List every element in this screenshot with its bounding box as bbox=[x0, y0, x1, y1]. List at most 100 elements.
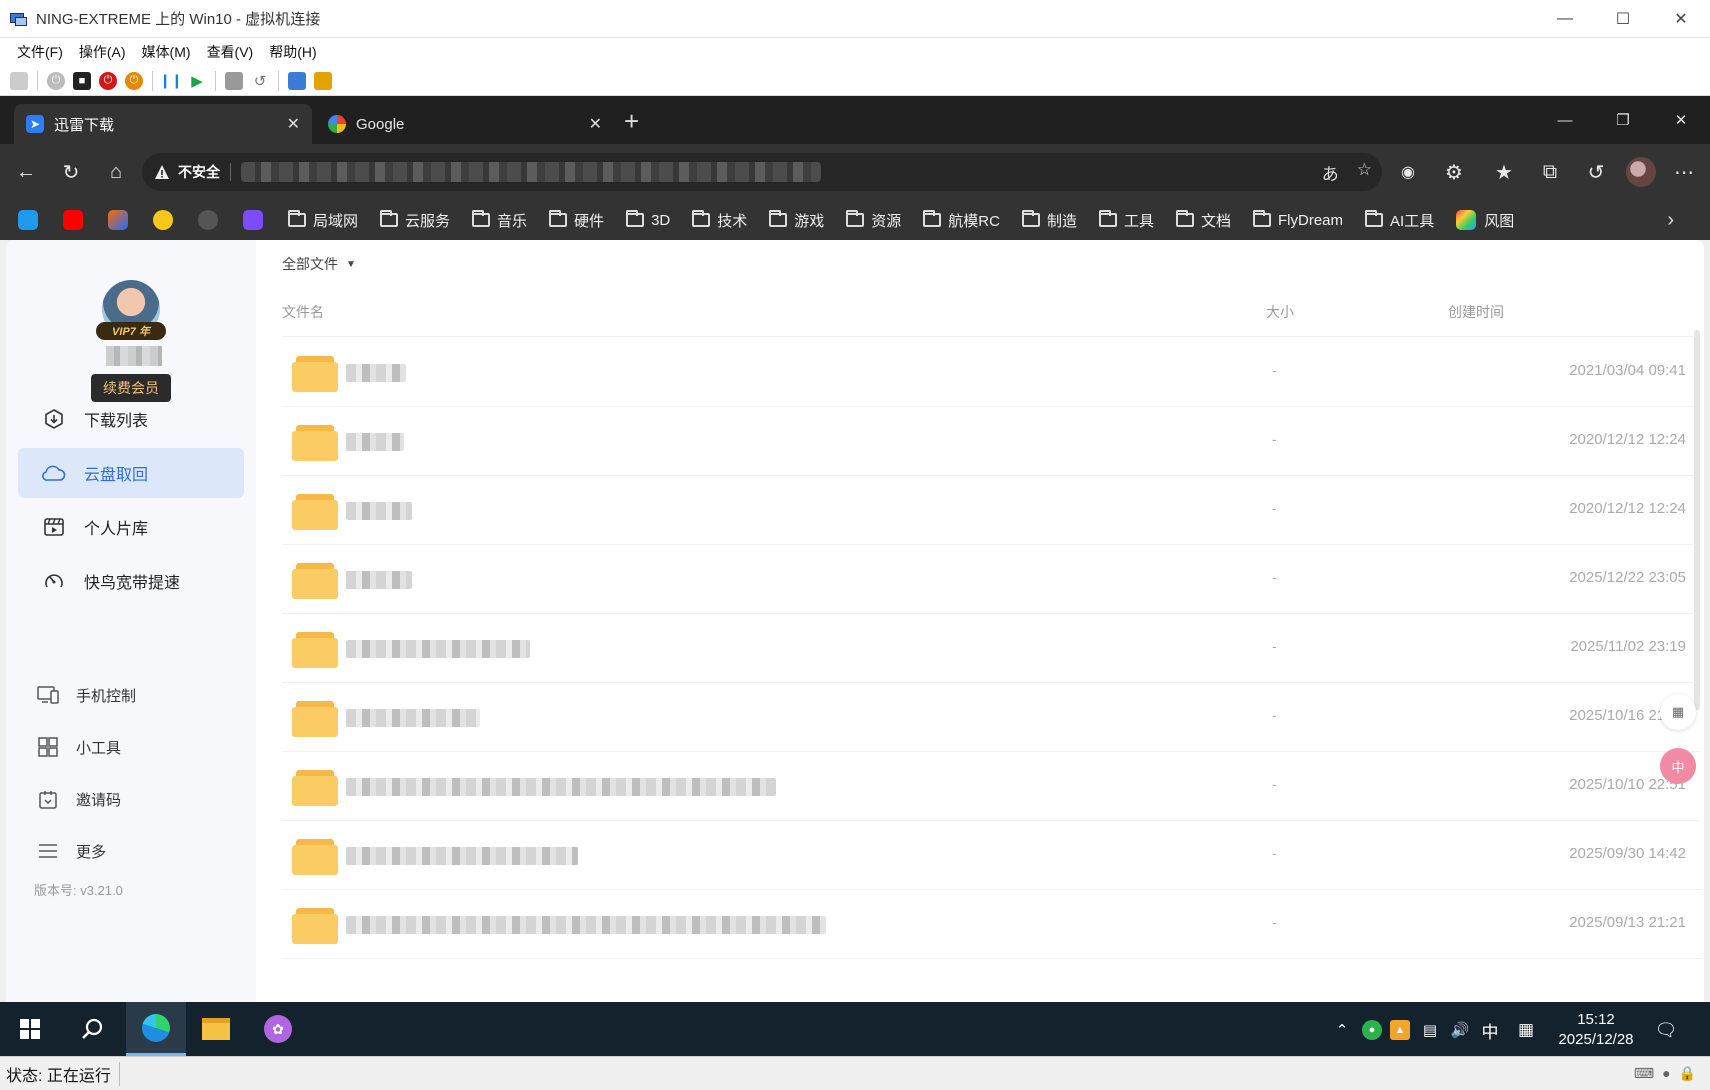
refresh-icon[interactable]: ↻ bbox=[57, 158, 85, 186]
start-icon[interactable]: ⏻ bbox=[47, 71, 65, 90]
bookmark-folder[interactable]: 云服务 bbox=[380, 210, 450, 231]
bookmark-folder[interactable]: 3D bbox=[626, 210, 670, 229]
file-row[interactable]: - 2020/12/12 12:24 bbox=[282, 407, 1700, 476]
file-row[interactable]: - 2025/10/16 21:16 bbox=[282, 683, 1700, 752]
edge-taskbar-icon[interactable] bbox=[126, 1002, 186, 1056]
sidebar-tool-phone-control[interactable]: 手机控制 bbox=[36, 680, 136, 710]
sidebar-item-download-list[interactable]: 下载列表 bbox=[18, 394, 244, 444]
new-tab-icon[interactable]: + bbox=[624, 108, 639, 134]
scrollbar[interactable] bbox=[1694, 330, 1700, 710]
qr-grid-icon[interactable]: ▦ bbox=[1660, 694, 1696, 730]
favorite-star-icon[interactable]: ☆ bbox=[1357, 160, 1372, 185]
browser-minimize-button[interactable]: — bbox=[1536, 96, 1594, 144]
chevron-right-icon[interactable]: › bbox=[1667, 209, 1674, 232]
tab-google[interactable]: Google ✕ bbox=[316, 104, 614, 144]
translate-floating-icon[interactable]: 中 bbox=[1660, 748, 1696, 784]
vm-menu-media[interactable]: 媒体(M) bbox=[134, 42, 199, 62]
browser-restore-button[interactable]: ❐ bbox=[1594, 96, 1652, 144]
vm-minimize-button[interactable]: — bbox=[1536, 0, 1594, 38]
bilibili-icon[interactable] bbox=[18, 210, 38, 230]
file-row[interactable]: - 2021/03/04 09:41 bbox=[282, 338, 1700, 407]
more-menu-icon[interactable]: ⋯ bbox=[1670, 158, 1698, 186]
bookmark-folder[interactable]: 游戏 bbox=[769, 210, 824, 231]
sidebar-tool-more[interactable]: 更多 bbox=[36, 836, 106, 866]
vm-menu-file[interactable]: 文件(F) bbox=[9, 42, 71, 62]
tab-xunlei[interactable]: ➤ 迅雷下载 ✕ bbox=[14, 104, 312, 144]
vm-maximize-button[interactable]: ☐ bbox=[1594, 0, 1652, 38]
emoji-site-icon[interactable] bbox=[153, 210, 173, 230]
translate-icon[interactable]: あ bbox=[1322, 160, 1339, 185]
collections-icon[interactable]: ⧉ bbox=[1536, 158, 1564, 186]
sidebar-item-personal-library[interactable]: 个人片库 bbox=[18, 502, 244, 552]
volume-icon[interactable]: 🔊 bbox=[1450, 1020, 1470, 1040]
windows-start-icon[interactable] bbox=[0, 1002, 60, 1056]
app-site-icon[interactable] bbox=[243, 210, 263, 230]
ctrl-alt-del-icon[interactable] bbox=[10, 71, 28, 90]
wechat-tray-icon[interactable]: ● bbox=[1362, 1020, 1382, 1040]
ime-indicator[interactable]: 中 bbox=[1480, 1020, 1500, 1042]
ime-mode-icon[interactable]: ▦ bbox=[1516, 1020, 1536, 1040]
bookmark-folder[interactable]: 文档 bbox=[1176, 210, 1231, 231]
bookmark-folder[interactable]: 硬件 bbox=[549, 210, 604, 231]
search-icon[interactable] bbox=[62, 1002, 122, 1056]
bookmark-folder[interactable]: 制造 bbox=[1021, 210, 1077, 231]
bookmark-folder[interactable]: 音乐 bbox=[472, 210, 527, 231]
bookmark-folder[interactable]: 技术 bbox=[692, 210, 747, 231]
browser-close-button[interactable]: ✕ bbox=[1652, 96, 1710, 144]
column-header-name[interactable]: 文件名 bbox=[282, 302, 324, 322]
bookmark-folder[interactable]: 局域网 bbox=[288, 210, 358, 231]
resume-icon[interactable]: ▶ bbox=[188, 72, 206, 90]
bookmark-folder[interactable]: FlyDream bbox=[1253, 210, 1343, 229]
vm-menu-help[interactable]: 帮助(H) bbox=[261, 42, 324, 62]
vm-menu-action[interactable]: 操作(A) bbox=[71, 42, 134, 62]
share-icon[interactable] bbox=[314, 71, 332, 90]
tab-close-icon[interactable]: ✕ bbox=[287, 114, 300, 134]
bookmark-fengtu[interactable]: 风图 bbox=[1456, 210, 1514, 231]
home-icon[interactable]: ⌂ bbox=[102, 158, 130, 186]
vm-close-button[interactable]: ✕ bbox=[1652, 0, 1710, 38]
address-bar[interactable]: 不安全 あ ☆ bbox=[142, 153, 1382, 191]
chevron-up-icon[interactable]: ⌃ bbox=[1332, 1020, 1352, 1040]
pause-icon[interactable]: ❙❙ bbox=[159, 72, 182, 90]
tab-close-icon[interactable]: ✕ bbox=[589, 114, 602, 134]
file-row[interactable]: - 2025/11/02 23:19 bbox=[282, 614, 1700, 683]
column-header-created[interactable]: 创建时间 bbox=[1448, 302, 1504, 322]
shutdown-icon[interactable]: ⏻ bbox=[99, 71, 117, 90]
file-row[interactable]: - 2020/12/12 12:24 bbox=[282, 476, 1700, 545]
revert-icon[interactable]: ↺ bbox=[251, 72, 269, 90]
immersive-reader-icon[interactable]: ◉ bbox=[1394, 158, 1422, 186]
favorites-icon[interactable]: ★ bbox=[1490, 158, 1518, 186]
bookmark-folder[interactable]: 航模RC bbox=[923, 210, 1000, 231]
back-arrow-icon[interactable]: ← bbox=[12, 158, 40, 186]
sidebar-tool-gadgets[interactable]: 小工具 bbox=[36, 732, 121, 762]
file-row[interactable]: - 2025/12/22 23:05 bbox=[282, 545, 1700, 614]
player-icon[interactable] bbox=[108, 210, 128, 230]
youtube-icon[interactable] bbox=[63, 210, 83, 230]
file-explorer-icon[interactable] bbox=[186, 1002, 246, 1056]
bookmark-folder[interactable]: AI工具 bbox=[1365, 210, 1434, 231]
bookmark-folder[interactable]: 工具 bbox=[1098, 210, 1154, 231]
save-state-icon[interactable]: ⏻ bbox=[125, 71, 143, 90]
history-icon[interactable]: ↺ bbox=[1582, 158, 1610, 186]
sidebar-item-speedup[interactable]: 快鸟宽带提速 bbox=[18, 556, 244, 606]
cat-app-icon[interactable]: ✿ bbox=[248, 1002, 308, 1056]
bookmark-folder[interactable]: 资源 bbox=[846, 210, 901, 231]
vm-menu-view[interactable]: 查看(V) bbox=[199, 42, 262, 62]
sidebar-item-cloud-retrieve[interactable]: 云盘取回 bbox=[18, 448, 244, 498]
breadcrumb[interactable]: 全部文件 ▼ bbox=[282, 254, 356, 274]
enhanced-session-icon[interactable] bbox=[288, 71, 306, 90]
extensions-icon[interactable]: ⚙ bbox=[1440, 158, 1468, 186]
notification-icon[interactable]: 🗨 bbox=[1655, 1020, 1678, 1040]
file-row[interactable]: - 2025/09/30 14:42 bbox=[282, 821, 1700, 890]
network-icon[interactable]: ▤ bbox=[1420, 1020, 1440, 1040]
profile-avatar-icon[interactable] bbox=[1626, 157, 1656, 187]
taskbar-clock[interactable]: 15:12 2025/12/28 bbox=[1548, 1010, 1644, 1050]
sidebar-tool-invite-code[interactable]: 邀请码 bbox=[36, 784, 121, 814]
file-row[interactable]: - 2025/09/13 21:21 bbox=[282, 890, 1700, 959]
column-header-size[interactable]: 大小 bbox=[1266, 302, 1294, 322]
github-icon[interactable] bbox=[198, 210, 218, 230]
checkpoint-icon[interactable] bbox=[225, 71, 243, 90]
security-tray-icon[interactable]: ▲ bbox=[1390, 1020, 1410, 1040]
turn-off-icon[interactable]: ■ bbox=[73, 71, 91, 90]
file-row[interactable]: - 2025/10/10 22:51 bbox=[282, 752, 1700, 821]
